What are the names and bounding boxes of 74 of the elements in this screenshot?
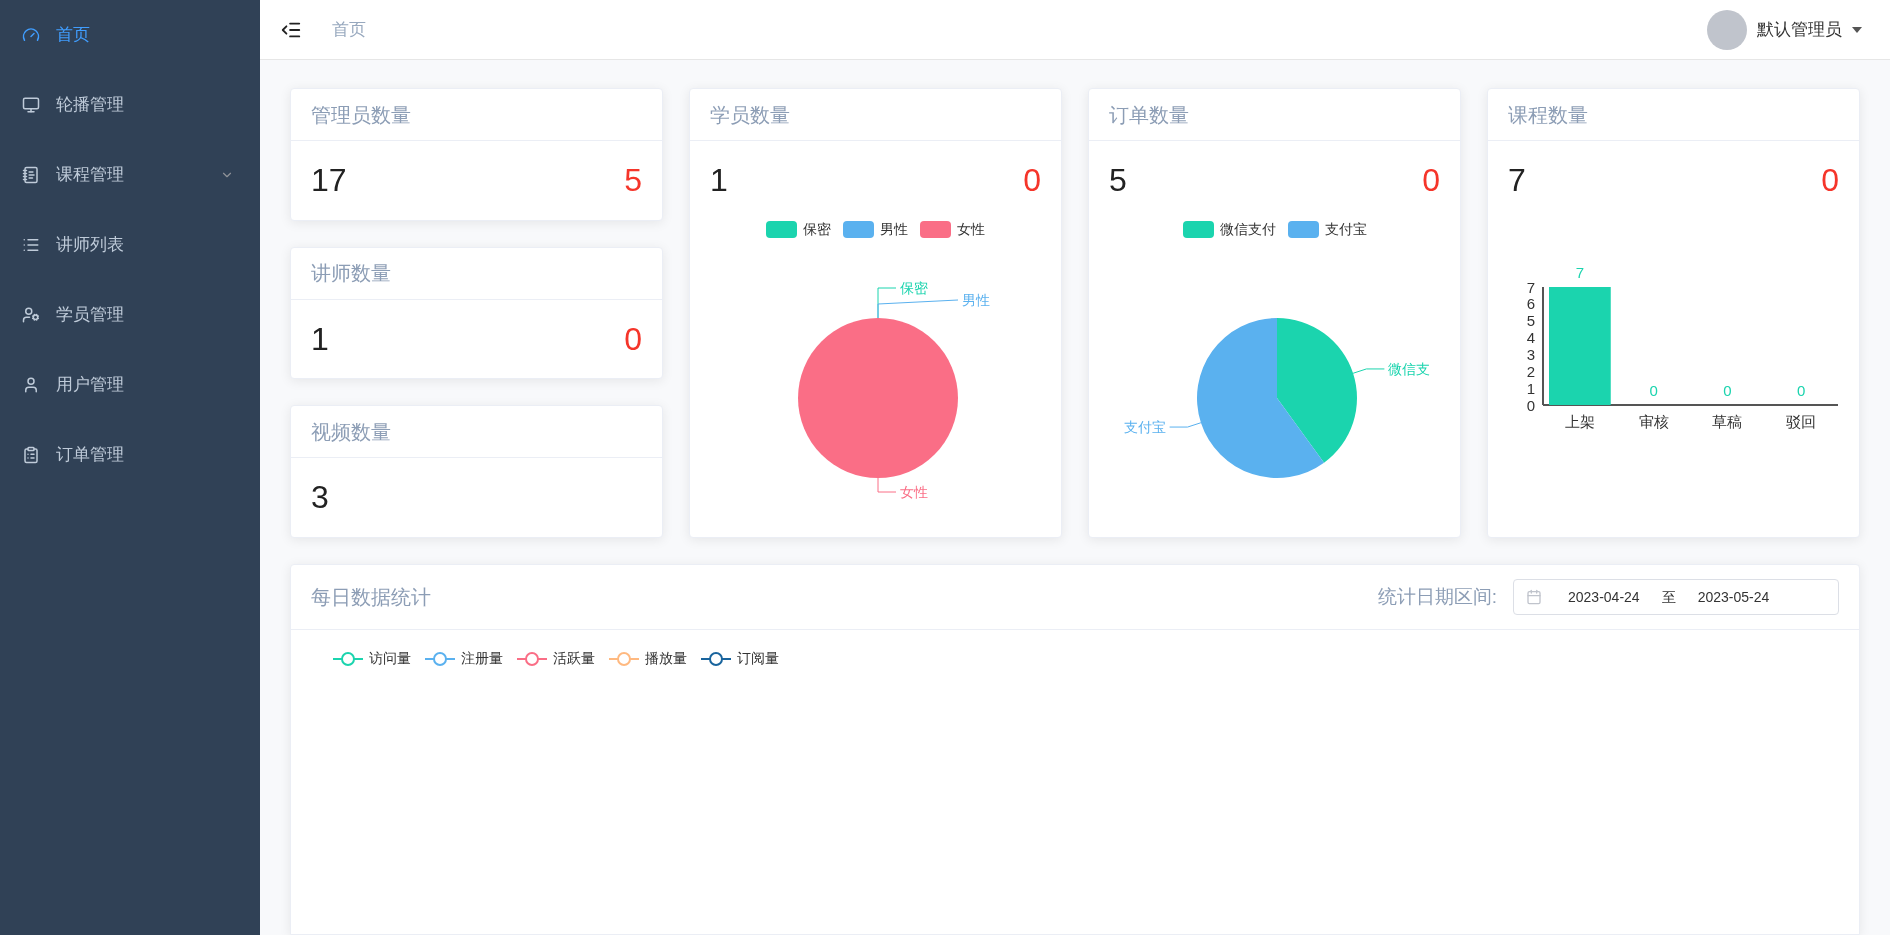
sidebar-item[interactable]: 用户管理 [0, 350, 260, 420]
bar-value-label: 0 [1796, 382, 1806, 399]
sidebar-item[interactable]: 订单管理 [0, 420, 260, 490]
sidebar-item[interactable]: 首页 [0, 0, 260, 70]
legend-label: 注册量 [461, 649, 503, 668]
slice-label: 女性 [900, 484, 928, 500]
sidebar-item[interactable]: 讲师列表 [0, 210, 260, 280]
gauge-icon [22, 26, 40, 44]
bar-value-label: 0 [1649, 382, 1658, 399]
clipboard-icon [22, 446, 40, 464]
y-tick-label: 6 [1526, 295, 1535, 313]
calendar-icon [1526, 589, 1542, 605]
legend-label: 保密 [803, 220, 831, 239]
total-count: 17 [311, 161, 347, 200]
legend-label: 支付宝 [1324, 220, 1367, 239]
slice-label: 保密 [900, 280, 928, 296]
leader-line [877, 477, 897, 493]
user-name[interactable]: 默认管理员 [1757, 16, 1842, 43]
date-range-label: 统计日期区间: [1377, 584, 1497, 609]
new-count: 0 [1422, 161, 1440, 200]
x-tick-label: 上架 [1564, 413, 1595, 430]
leader-line [1352, 368, 1385, 374]
x-tick-label: 草稿 [1712, 413, 1743, 430]
legend-label: 播放量 [645, 649, 687, 668]
bar-value-label: 7 [1575, 264, 1585, 281]
user-gear-icon [22, 306, 40, 324]
user-icon [22, 376, 40, 394]
total-count: 7 [1508, 161, 1526, 200]
notebook-icon [22, 166, 40, 184]
y-tick-label: 5 [1526, 312, 1535, 330]
card-title: 课程数量 [1508, 102, 1588, 128]
card-title: 讲师数量 [311, 261, 391, 287]
new-count: 0 [1821, 161, 1839, 200]
total-count: 1 [710, 161, 728, 200]
legend-label: 访问量 [369, 649, 411, 668]
end-date: 2023-05-24 [1697, 587, 1770, 607]
sidebar-item[interactable]: 轮播管理 [0, 70, 260, 140]
leader-line [1169, 422, 1202, 428]
start-date: 2023-04-24 [1568, 587, 1640, 607]
sidebar-item[interactable]: 学员管理 [0, 280, 260, 350]
legend-label: 微信支付 [1219, 220, 1276, 239]
y-tick-label: 4 [1526, 329, 1535, 347]
monitor-icon [22, 96, 40, 114]
new-count: 5 [624, 161, 642, 200]
slice-label: 微信支 [1388, 360, 1431, 377]
legend-label: 男性 [880, 220, 908, 239]
total-count: 3 [311, 478, 329, 518]
range-separator: 至 [1661, 587, 1676, 607]
total-count: 5 [1109, 161, 1127, 200]
legend-label: 女性 [957, 220, 985, 239]
legend-label: 活跃量 [553, 649, 595, 668]
date-range-picker[interactable]: 2023-04-24 至 2023-05-24 [1513, 579, 1839, 615]
legend-label: 订阅量 [737, 649, 779, 668]
y-tick-label: 0 [1526, 396, 1535, 414]
card-title: 视频数量 [311, 419, 391, 445]
card-title: 学员数量 [710, 102, 790, 128]
y-tick-label: 3 [1526, 345, 1535, 363]
card-title: 管理员数量 [311, 102, 411, 128]
total-count: 1 [311, 319, 329, 359]
list-icon [22, 236, 40, 254]
new-count: 0 [624, 319, 642, 359]
x-tick-label: 审核 [1638, 413, 1669, 430]
caret-icon[interactable] [1852, 26, 1862, 33]
sidebar-item[interactable]: 课程管理 [0, 140, 260, 210]
card-title: 每日数据统计 [311, 585, 431, 610]
slice-label: 男性 [962, 292, 990, 308]
card-title: 订单数量 [1109, 102, 1189, 128]
new-count: 0 [1023, 161, 1041, 200]
bar-value-label: 0 [1723, 382, 1732, 399]
y-tick-label: 1 [1526, 379, 1535, 397]
y-tick-label: 7 [1526, 278, 1535, 296]
x-tick-label: 驳回 [1786, 413, 1817, 430]
y-tick-label: 2 [1526, 362, 1535, 380]
slice-label: 支付宝 [1123, 419, 1166, 436]
